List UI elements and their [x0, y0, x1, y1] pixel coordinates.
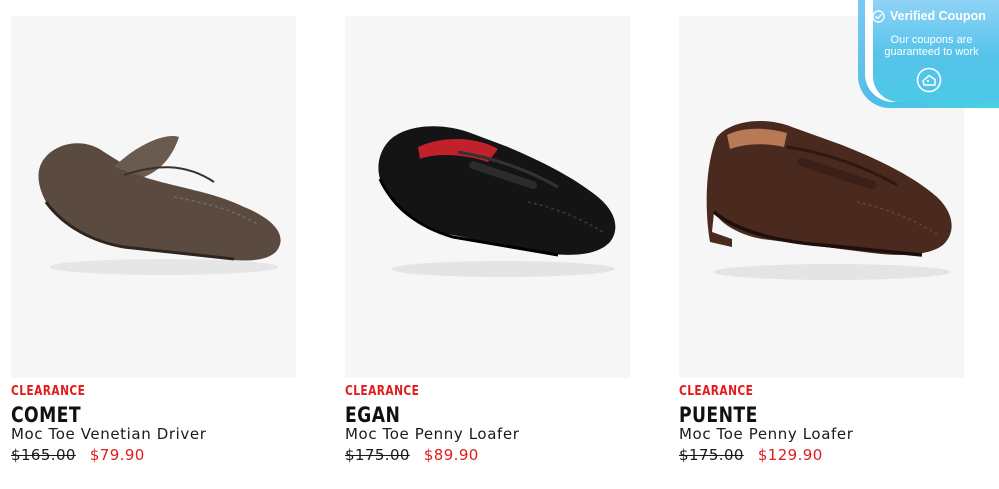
- coupon-brand-logo-icon[interactable]: [916, 67, 942, 93]
- product-name[interactable]: COMET: [11, 404, 245, 426]
- shoe-penny-loafer-black-image: [377, 126, 615, 277]
- product-subtitle[interactable]: Moc Toe Penny Loafer: [679, 425, 964, 444]
- product-name[interactable]: PUENTE: [679, 404, 913, 426]
- coupon-title: Verified Coupon: [890, 9, 986, 23]
- price-row: $175.00 $89.90: [345, 446, 630, 465]
- product-listing-page: CLEARANCE COMET Moc Toe Venetian Driver …: [0, 0, 999, 489]
- product-image-comet[interactable]: [11, 16, 296, 378]
- price-row: $175.00 $129.90: [679, 446, 964, 465]
- product-subtitle[interactable]: Moc Toe Venetian Driver: [11, 425, 296, 444]
- coupon-message: Our coupons are guaranteed to work: [884, 34, 979, 58]
- shoe-penny-loafer-brown-image: [706, 121, 952, 280]
- sale-price: $89.90: [423, 446, 479, 464]
- clearance-tag: CLEARANCE: [11, 384, 86, 399]
- clearance-tag: CLEARANCE: [345, 384, 420, 399]
- check-circle-icon: [872, 9, 885, 23]
- product-card-egan[interactable]: CLEARANCE EGAN Moc Toe Penny Loafer $175…: [345, 16, 630, 465]
- shoe-driver-image: [38, 136, 281, 275]
- sale-price: $129.90: [757, 446, 823, 464]
- price-row: $165.00 $79.90: [11, 446, 296, 465]
- product-image-egan[interactable]: [345, 16, 630, 378]
- product-subtitle[interactable]: Moc Toe Penny Loafer: [345, 425, 630, 444]
- product-name[interactable]: EGAN: [345, 404, 579, 426]
- original-price: $175.00: [345, 446, 410, 464]
- product-grid: CLEARANCE COMET Moc Toe Venetian Driver …: [11, 16, 964, 465]
- verified-coupon-widget[interactable]: Verified Coupon Our coupons are guarante…: [858, 0, 999, 108]
- sale-price: $79.90: [89, 446, 145, 464]
- coupon-title-row: Verified Coupon: [872, 9, 986, 23]
- original-price: $175.00: [679, 446, 744, 464]
- product-card-comet[interactable]: CLEARANCE COMET Moc Toe Venetian Driver …: [11, 16, 296, 465]
- clearance-tag: CLEARANCE: [679, 384, 754, 399]
- original-price: $165.00: [11, 446, 76, 464]
